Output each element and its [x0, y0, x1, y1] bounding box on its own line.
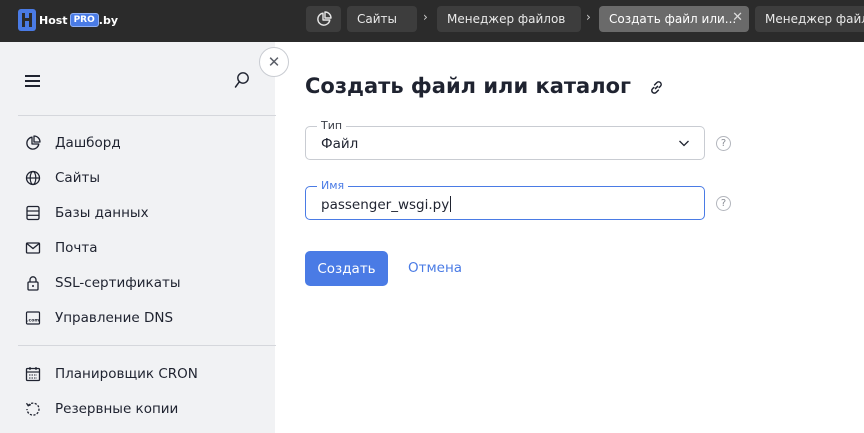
pie-chart-icon	[316, 11, 332, 26]
logo-by-text: .by	[98, 13, 118, 27]
tab-dashboard[interactable]	[306, 6, 341, 32]
name-label: Имя	[317, 179, 349, 193]
type-select[interactable]: Тип Файл	[305, 119, 705, 160]
cancel-button[interactable]: Отмена	[408, 260, 462, 276]
sidebar-item-ssl[interactable]: SSL-сертификаты	[25, 272, 181, 294]
close-icon[interactable]: ✕	[732, 10, 743, 25]
tab-label: Создать файл или...	[609, 12, 737, 26]
tab-file-manager[interactable]: Менеджер файлов	[437, 6, 581, 32]
globe-icon	[25, 170, 41, 186]
sidebar-item-dns[interactable]: .com Управление DNS	[25, 307, 173, 329]
lock-icon	[27, 276, 39, 291]
chevron-right-icon: ›	[586, 10, 591, 24]
type-label: Тип	[317, 119, 347, 133]
sidebar-item-label: Базы данных	[55, 205, 149, 221]
pie-chart-icon	[26, 135, 41, 150]
sidebar-divider	[18, 115, 276, 116]
tab-label: Менеджер файлов	[447, 12, 566, 26]
sidebar-item-backups[interactable]: Резервные копии	[25, 398, 178, 420]
sidebar-item-label: Управление DNS	[55, 310, 174, 326]
collapse-sidebar-button[interactable]: ✕	[259, 47, 289, 77]
sidebar-item-mail[interactable]: Почта	[25, 237, 98, 259]
top-bar: Host PRO .by Сайты › Менеджер файлов › С…	[0, 0, 864, 42]
text-caret	[450, 196, 452, 212]
sidebar-item-label: SSL-сертификаты	[55, 275, 181, 291]
calendar-icon	[25, 367, 41, 382]
sidebar-item-cron[interactable]: Планировщик CRON	[25, 363, 198, 385]
name-value-text: passenger_wsgi.py	[321, 197, 450, 213]
mail-icon	[25, 242, 41, 254]
sidebar-item-label: Планировщик CRON	[55, 366, 198, 382]
sidebar-header	[0, 42, 275, 115]
name-value: passenger_wsgi.py	[321, 196, 452, 213]
svg-text:.com: .com	[27, 318, 40, 323]
sidebar-item-databases[interactable]: Базы данных	[25, 202, 149, 224]
sidebar-item-label: Почта	[55, 240, 98, 256]
sidebar-item-dashboard[interactable]: Дашборд	[25, 132, 121, 154]
tab-label: Сайты	[357, 12, 397, 26]
tab-file-manager-2[interactable]: Менеджер файло	[755, 6, 864, 32]
help-icon[interactable]: ?	[716, 136, 731, 151]
menu-icon[interactable]	[25, 75, 40, 87]
sidebar-item-label: Сайты	[55, 170, 100, 186]
backup-icon	[25, 402, 40, 416]
create-button[interactable]: Создать	[305, 251, 388, 286]
database-icon	[26, 205, 40, 221]
help-icon[interactable]: ?	[716, 196, 731, 211]
tab-create-file[interactable]: Создать файл или... ✕	[599, 6, 749, 32]
sidebar-item-label: Дашборд	[55, 135, 121, 151]
link-icon[interactable]	[648, 79, 665, 96]
close-icon: ✕	[267, 53, 281, 71]
dns-icon: .com	[25, 311, 41, 325]
sidebar: Дашборд Сайты Базы данных Почта SSL-серт…	[0, 42, 276, 433]
logo-pro-badge: PRO	[69, 13, 99, 27]
chevron-right-icon: ›	[423, 10, 428, 24]
sidebar-item-label: Резервные копии	[55, 401, 179, 417]
name-field[interactable]: Имя passenger_wsgi.py	[305, 179, 705, 220]
tab-label: Менеджер файло	[765, 12, 864, 26]
type-value: Файл	[321, 136, 359, 152]
search-icon[interactable]	[234, 71, 250, 89]
chevron-down-icon	[679, 140, 689, 147]
tab-sites[interactable]: Сайты	[347, 6, 417, 32]
sidebar-item-sites[interactable]: Сайты	[25, 167, 100, 189]
page-title: Создать файл или каталог	[305, 74, 632, 98]
logo-mark-icon	[18, 9, 36, 31]
hostpro-logo[interactable]: Host PRO .by	[18, 9, 118, 31]
sidebar-divider	[18, 345, 276, 346]
logo-host-text: Host	[39, 13, 68, 27]
